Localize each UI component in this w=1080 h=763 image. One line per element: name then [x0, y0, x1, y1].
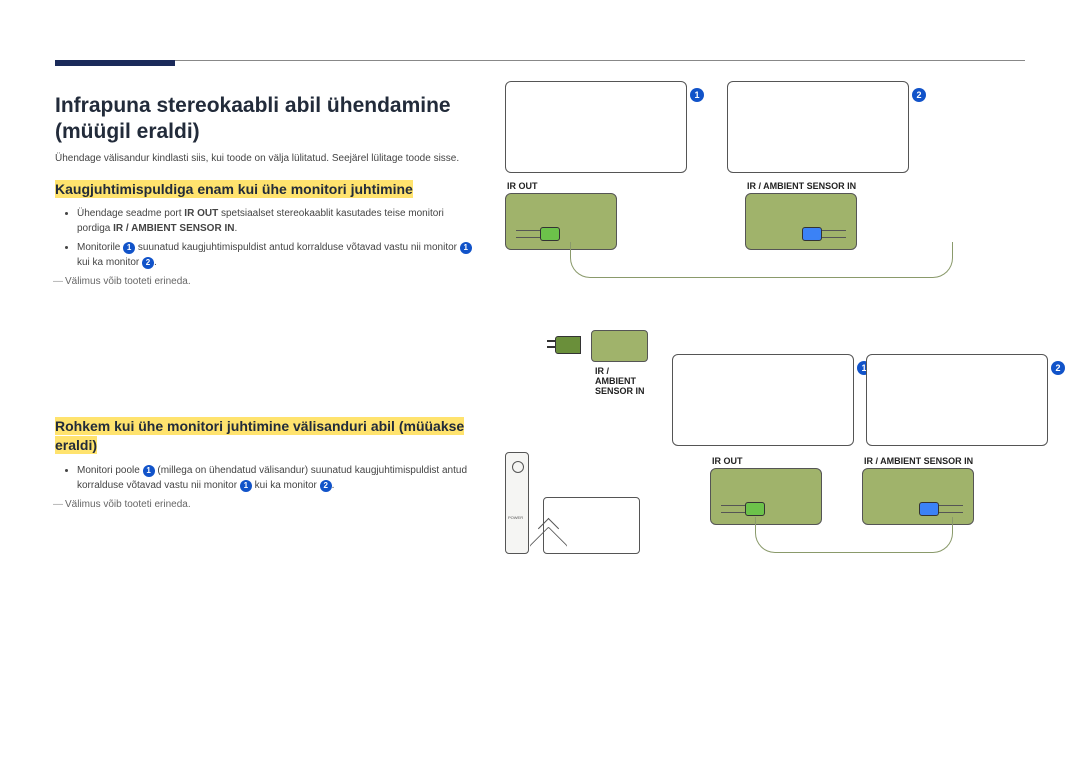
badge-2-icon: 2 [1051, 361, 1065, 375]
section1-bullets: Ühendage seadme port IR OUT spetsiaalset… [55, 206, 475, 270]
jack-blue-icon [919, 500, 963, 516]
badge-2-icon: 2 [320, 480, 332, 492]
section2-heading: Rohkem kui ühe monitori juhtimine välisa… [55, 417, 475, 455]
bullet: Ühendage seadme port IR OUT spetsiaalset… [77, 206, 475, 236]
badge-2-icon: 2 [912, 88, 926, 102]
cable-icon [755, 517, 953, 553]
intro-text: Ühendage välisandur kindlasti siis, kui … [55, 152, 475, 166]
ir-out-label: IR OUT [712, 456, 822, 466]
header-rule [55, 60, 1025, 61]
badge-1-icon: 1 [123, 242, 135, 254]
ir-ambient-label: IR / AMBIENT SENSOR IN [864, 456, 974, 466]
power-plug-icon [545, 334, 581, 354]
badge-1-icon: 1 [690, 88, 704, 102]
ir-out-label: IR OUT [507, 181, 705, 191]
monitor-2-icon: 2 [727, 81, 909, 173]
diagram-1: 1 2 IR OUT [505, 81, 1048, 250]
sensor-in-port-icon [591, 330, 648, 362]
bullet: Monitorile 1 suunatud kaugjuhtimispuldis… [77, 240, 475, 270]
jack-green-icon [721, 500, 765, 516]
monitor-1-icon: 1 [505, 81, 687, 173]
badge-2-icon: 2 [142, 257, 154, 269]
remote-control-icon [505, 452, 529, 554]
page-title: Infrapuna stereokaabli abil ühendamine (… [55, 93, 475, 146]
monitor-1-icon: 1 [672, 354, 854, 446]
monitor-2-icon: 2 [866, 354, 1048, 446]
section2-note: Välimus võib tooteti erineda. [65, 499, 475, 510]
section2-bullets: Monitori poole 1 (millega on ühendatud v… [55, 463, 475, 493]
ir-ambient-label: IR / AMBIENT SENSOR IN [747, 181, 945, 191]
diagram-2: IR / AMBIENT SENSOR IN 1 2 [505, 330, 1048, 554]
section1-heading: Kaugjuhtimispuldiga enam kui ühe monitor… [55, 180, 475, 199]
jack-green-icon [516, 225, 560, 241]
bullet: Monitori poole 1 (millega on ühendatud v… [77, 463, 475, 493]
jack-blue-icon [802, 225, 846, 241]
cable-icon [570, 242, 953, 278]
diagram-column: 1 2 IR OUT [505, 81, 1048, 634]
text-column: Infrapuna stereokaabli abil ühendamine (… [55, 81, 475, 634]
section1-note: Välimus võib tooteti erineda. [65, 276, 475, 287]
badge-1-icon: 1 [460, 242, 472, 254]
badge-1-icon: 1 [143, 465, 155, 477]
ir-ambient-label: IR / AMBIENT SENSOR IN [595, 366, 648, 396]
badge-1-icon: 1 [240, 480, 252, 492]
